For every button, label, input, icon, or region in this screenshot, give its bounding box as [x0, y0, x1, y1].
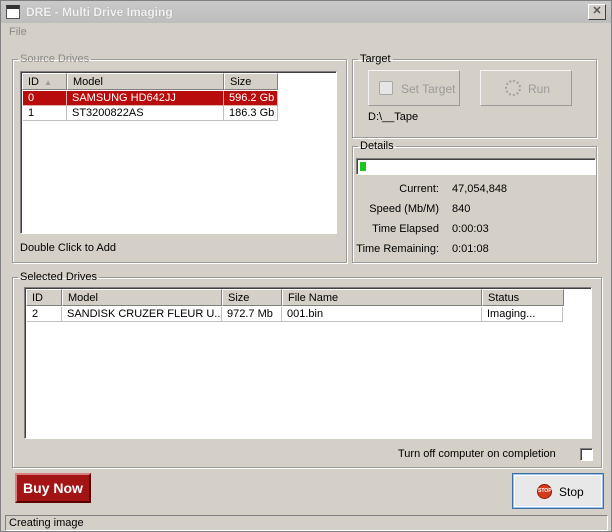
stop-sign-icon: STOP: [537, 484, 552, 499]
app-icon: [6, 5, 20, 19]
app-window: DRE - Multi Drive Imaging ✕ File Source …: [0, 0, 612, 532]
title-bar[interactable]: DRE - Multi Drive Imaging ✕: [1, 1, 611, 23]
turn-off-checkbox[interactable]: [580, 448, 593, 461]
status-bar: Creating image: [5, 515, 608, 531]
source-drives-list[interactable]: ID ▲ Model Size 0 SAMSUNG HD642JJ 596.2 …: [20, 71, 337, 234]
set-target-label: Set Target: [401, 82, 456, 96]
menu-file[interactable]: File: [9, 26, 27, 38]
turn-off-label: Turn off computer on completion: [398, 448, 556, 460]
stop-label: Stop: [559, 485, 584, 499]
col-header-model[interactable]: Model: [67, 73, 224, 90]
speed-value: 840: [452, 203, 471, 215]
cell-file-name: 001.bin: [282, 307, 482, 322]
selected-drives-header: ID Model Size File Name Status: [26, 289, 590, 306]
time-elapsed-value: 0:00:03: [452, 223, 489, 235]
col-id-label: ID: [28, 76, 39, 88]
sort-ascending-icon: ▲: [44, 78, 52, 87]
progress-fill: [360, 162, 366, 171]
window-title: DRE - Multi Drive Imaging: [26, 5, 173, 19]
cell-id: 2: [27, 307, 62, 322]
cell-size: 972.7 Mb: [222, 307, 282, 322]
col-header-size[interactable]: Size: [222, 289, 282, 306]
stop-button[interactable]: STOP Stop: [512, 473, 604, 509]
cell-model: ST3200822AS: [67, 106, 224, 121]
run-button[interactable]: Run: [480, 70, 572, 106]
col-header-id[interactable]: ID ▲: [22, 73, 67, 90]
details-legend: Details: [360, 140, 394, 152]
col-header-model[interactable]: Model: [62, 289, 222, 306]
col-header-id[interactable]: ID: [26, 289, 62, 306]
time-remaining-value: 0:01:08: [452, 243, 489, 255]
drive-icon: [379, 81, 393, 95]
cell-status: Imaging...: [482, 307, 563, 322]
current-value: 47,054,848: [452, 183, 508, 195]
cell-id: 0: [23, 91, 67, 106]
run-label: Run: [528, 82, 551, 96]
col-header-size[interactable]: Size: [224, 73, 278, 90]
target-legend: Target: [360, 53, 391, 65]
source-drives-header: ID ▲ Model Size: [22, 73, 335, 90]
selected-drives-list[interactable]: ID Model Size File Name Status 2 SANDISK…: [24, 287, 592, 439]
selected-drives-legend: Selected Drives: [20, 271, 98, 283]
close-button[interactable]: ✕: [588, 4, 606, 20]
progress-bar: [356, 158, 596, 175]
gears-icon: [505, 80, 521, 96]
double-click-hint: Double Click to Add: [20, 242, 116, 254]
time-remaining-label: Time Remaining:: [356, 243, 439, 255]
time-elapsed-label: Time Elapsed: [372, 223, 439, 235]
cell-size: 596.2 Gb: [224, 91, 278, 106]
menu-bar: File: [1, 23, 611, 41]
cell-model: SAMSUNG HD642JJ: [67, 91, 224, 106]
cell-size: 186.3 Gb: [224, 106, 278, 121]
source-drives-legend: Source Drives: [20, 53, 90, 65]
buy-now-button[interactable]: Buy Now: [15, 473, 91, 503]
speed-label: Speed (Mb/M): [369, 203, 439, 215]
col-header-status[interactable]: Status: [482, 289, 564, 306]
cell-model: SANDISK CRUZER FLEUR U...: [62, 307, 222, 322]
target-path: D:\__Tape: [368, 111, 419, 123]
col-header-file-name[interactable]: File Name: [282, 289, 482, 306]
set-target-button[interactable]: Set Target: [368, 70, 460, 106]
current-label: Current:: [399, 183, 439, 195]
cell-id: 1: [23, 106, 67, 121]
